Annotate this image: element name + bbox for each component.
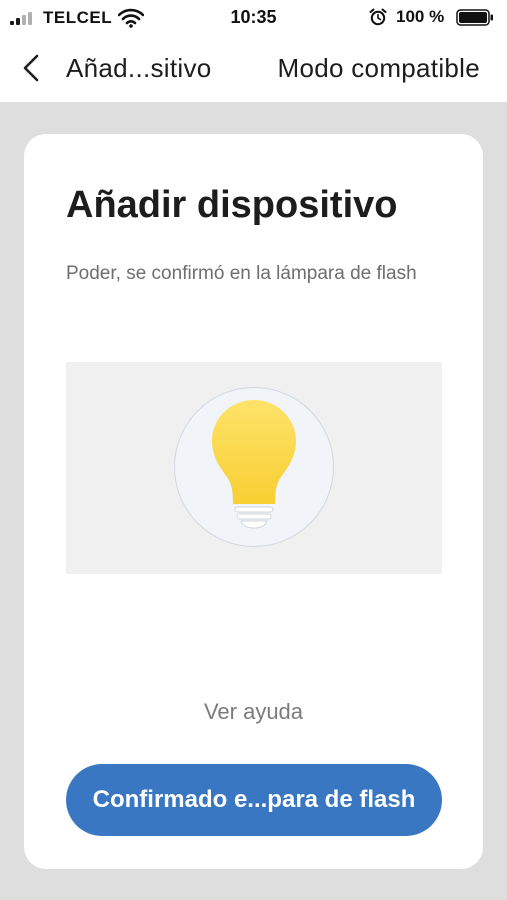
light-bulb-icon <box>212 400 296 529</box>
help-link[interactable]: Ver ayuda <box>24 699 483 725</box>
back-button[interactable] <box>12 48 52 88</box>
page-title: Añad...sitivo <box>66 53 212 83</box>
card-title: Añadir dispositivo <box>66 184 398 226</box>
battery-percent: 100 % <box>396 7 445 26</box>
confirm-button[interactable]: Confirmado e...para de flash <box>66 764 442 836</box>
bulb-circle <box>174 387 334 547</box>
battery-icon <box>456 9 493 26</box>
card-description: Poder, se confirmó en la lámpara de flas… <box>66 263 417 284</box>
compatible-mode-button[interactable]: Modo compatible <box>278 53 481 84</box>
navigation-bar: Añad...sitivo Modo compatible <box>0 34 507 102</box>
chevron-left-icon <box>23 54 39 82</box>
device-illustration <box>66 362 442 574</box>
add-device-card: Añadir dispositivo Poder, se confirmó en… <box>24 134 483 869</box>
alarm-icon <box>369 8 387 26</box>
status-bar: TELCEL 10:35 100 % <box>0 0 507 34</box>
